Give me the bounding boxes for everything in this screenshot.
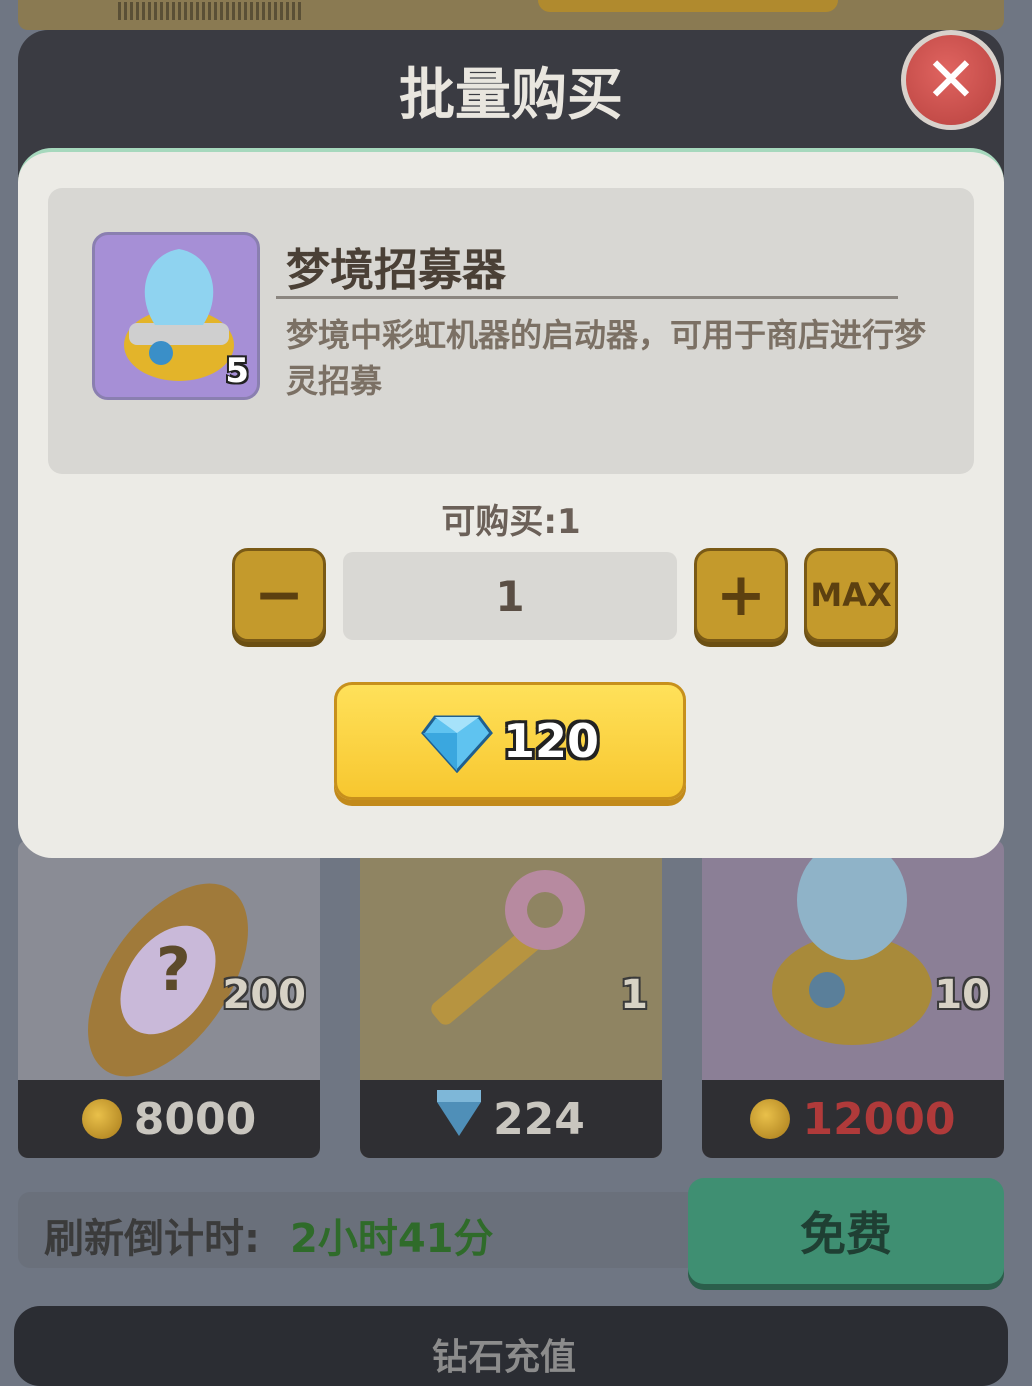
shop-item-price: 224 [493, 1093, 585, 1145]
minus-icon: − [253, 560, 305, 630]
item-divider [276, 296, 898, 299]
dialog-title: 批量购买 [399, 63, 623, 128]
plus-icon: + [715, 560, 767, 630]
mystery-bottle-icon: ? [88, 883, 248, 1077]
item-name: 梦境招募器 [286, 245, 506, 296]
dream-recruiter-icon [772, 840, 932, 1045]
shop-item-card[interactable]: ? 200 8000 [18, 840, 320, 1158]
quantity-field[interactable]: 1 [343, 552, 677, 640]
svg-text:?: ? [156, 935, 191, 1005]
dialog-body: 5 梦境招募器 梦境中彩虹机器的启动器，可用于商店进行梦灵招募 可购买:1 − … [18, 148, 1004, 858]
shop-item-price: 8000 [133, 1093, 257, 1145]
price-bar: 8000 [18, 1080, 320, 1158]
barcode-decoration [118, 2, 303, 20]
close-icon: ✕ [925, 43, 977, 116]
refresh-countdown-label: 刷新倒计时: [44, 1216, 260, 1262]
shop-item-price: 12000 [802, 1093, 956, 1145]
refresh-countdown-value: 2小时41分 [290, 1216, 494, 1262]
item-count-badge: 5 [225, 351, 249, 391]
item-description: 梦境中彩虹机器的启动器，可用于商店进行梦灵招募 [286, 316, 927, 400]
background-item-strip [18, 0, 1004, 30]
purchase-price: 120 [502, 714, 600, 768]
shop-item-quantity: 1 [620, 972, 648, 1018]
coin-icon [81, 1099, 122, 1139]
item-info-panel: 5 梦境招募器 梦境中彩虹机器的启动器，可用于商店进行梦灵招募 [48, 188, 974, 474]
shop-item-quantity: 10 [934, 972, 990, 1018]
shop-item-card[interactable]: 10 12000 [702, 840, 1004, 1158]
shop-item-quantity: 200 [222, 972, 307, 1018]
gem-icon [437, 1090, 482, 1136]
background-button-edge [538, 0, 838, 12]
price-bar: 224 [360, 1080, 662, 1158]
max-quantity-button[interactable]: MAX [804, 548, 898, 642]
purchase-button[interactable]: 120 [334, 682, 686, 800]
coin-icon [750, 1099, 791, 1139]
free-refresh-button[interactable]: 免费 [688, 1178, 1004, 1284]
bottom-tab-bar[interactable]: 钻石充值 [14, 1306, 1008, 1386]
decrease-quantity-button[interactable]: − [232, 548, 326, 642]
diamond-recharge-tab[interactable]: 钻石充值 [432, 1328, 576, 1380]
shop-item-card[interactable]: 1 224 [360, 840, 662, 1158]
item-icon-frame: 5 [92, 232, 260, 400]
increase-quantity-button[interactable]: + [694, 548, 788, 642]
price-bar: 12000 [702, 1080, 1004, 1158]
gem-icon [421, 715, 493, 773]
available-count-label: 可购买:1 [441, 502, 581, 542]
bulk-purchase-dialog: 批量购买 ✕ 5 梦境招募器 梦境中彩虹机器的启动器，可用于商店进行梦灵招募 可… [18, 30, 1004, 860]
close-button[interactable]: ✕ [901, 30, 1001, 130]
golden-key-icon [431, 870, 585, 1025]
